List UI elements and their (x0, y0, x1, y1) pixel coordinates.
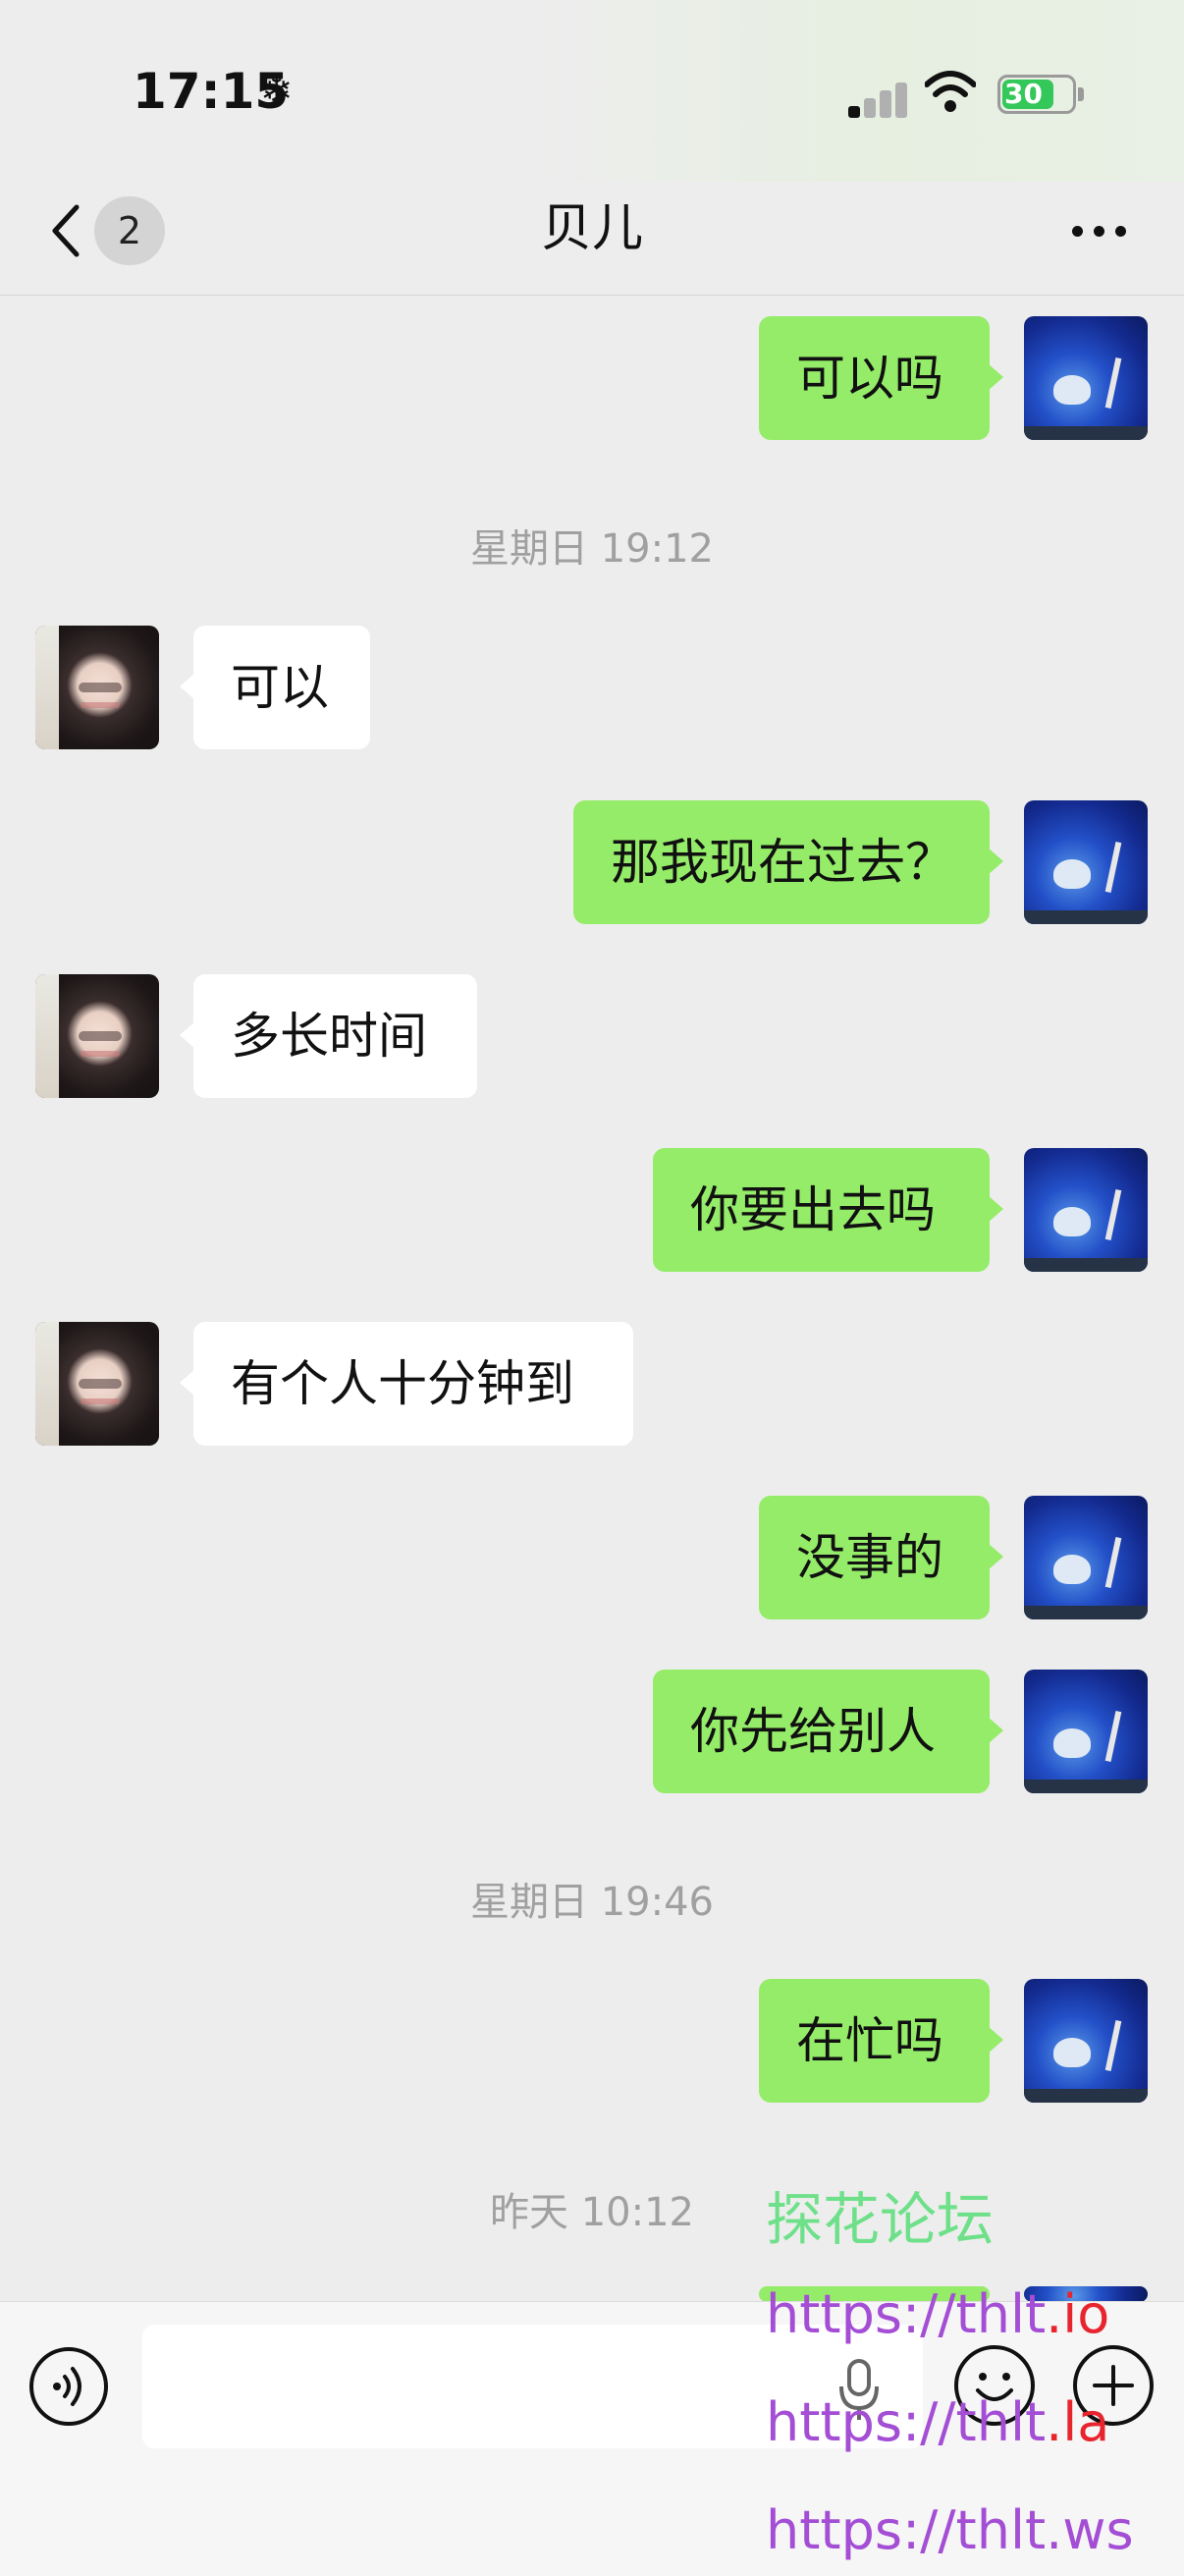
avatar-base (1024, 2089, 1148, 2103)
message-bubble-other[interactable]: 可以 (180, 626, 370, 749)
avatar-base (1024, 1780, 1148, 1793)
voice-icon (53, 2367, 81, 2406)
self-avatar[interactable] (1024, 1496, 1148, 1619)
chat-title: 贝儿 (540, 199, 643, 258)
avatar-base (1024, 910, 1148, 924)
contact-avatar[interactable] (35, 1322, 159, 1446)
contact-avatar[interactable] (35, 974, 159, 1098)
unread-count-badge[interactable]: 2 (94, 196, 165, 265)
watermark-link-tld: .la (1046, 2391, 1110, 2453)
message-timestamp: 星期日 19:12 (470, 526, 714, 572)
avatar-base (1024, 1258, 1148, 1272)
snowflake-icon: ❄ (260, 69, 294, 114)
watermark-link-tld: .io (1046, 2283, 1110, 2345)
message-bubble-self[interactable]: 没事的 (759, 1496, 1003, 1619)
message-bubble-self[interactable]: 你先给别人 (653, 1670, 1003, 1793)
watermark-link: https://thlt.ws (766, 2499, 1134, 2561)
battery-icon: 30 (997, 75, 1076, 114)
battery-level: 30 (1004, 78, 1043, 110)
self-avatar[interactable] (1024, 800, 1148, 924)
message-bubble-other[interactable]: 有个人十分钟到 (180, 1322, 633, 1446)
watermark-link-prefix: https://thlt (766, 2283, 1047, 2345)
message-bubble-self[interactable]: 在忙吗 (759, 1979, 1003, 2103)
self-avatar[interactable] (1024, 316, 1148, 440)
wifi-icon (925, 71, 976, 112)
self-avatar[interactable] (1024, 1148, 1148, 1272)
watermark-link: https://thlt.la (766, 2391, 1109, 2453)
message-bubble-self[interactable]: 可以吗 (759, 316, 1003, 440)
nav-divider (0, 295, 1184, 296)
self-avatar[interactable] (1024, 1670, 1148, 1793)
watermark-title: 探花论坛 (766, 2186, 995, 2253)
message-bubble-self[interactable]: 你要出去吗 (653, 1148, 1003, 1272)
avatar-base (1024, 426, 1148, 440)
watermark-link: https://thlt.io (766, 2283, 1109, 2345)
message-timestamp: 昨天 10:12 (490, 2190, 694, 2235)
message-timestamp: 星期日 19:46 (470, 1880, 714, 1925)
avatar-base (1024, 1606, 1148, 1619)
contact-avatar[interactable] (35, 626, 159, 749)
signal-icon (848, 79, 907, 118)
self-avatar[interactable] (1024, 1979, 1148, 2103)
battery-cap (1078, 87, 1084, 101)
watermark-link-prefix: https://thlt (766, 2499, 1047, 2561)
back-chevron-icon[interactable] (45, 201, 84, 260)
voice-button[interactable] (29, 2347, 108, 2426)
more-dots-icon[interactable] (1070, 221, 1129, 241)
message-bubble-self[interactable]: 那我现在过去？ (573, 800, 1003, 924)
watermark-link-prefix: https://thlt (766, 2391, 1047, 2453)
message-bubble-other[interactable]: 多长时间 (180, 974, 477, 1098)
watermark-link-tld: .ws (1046, 2499, 1134, 2561)
